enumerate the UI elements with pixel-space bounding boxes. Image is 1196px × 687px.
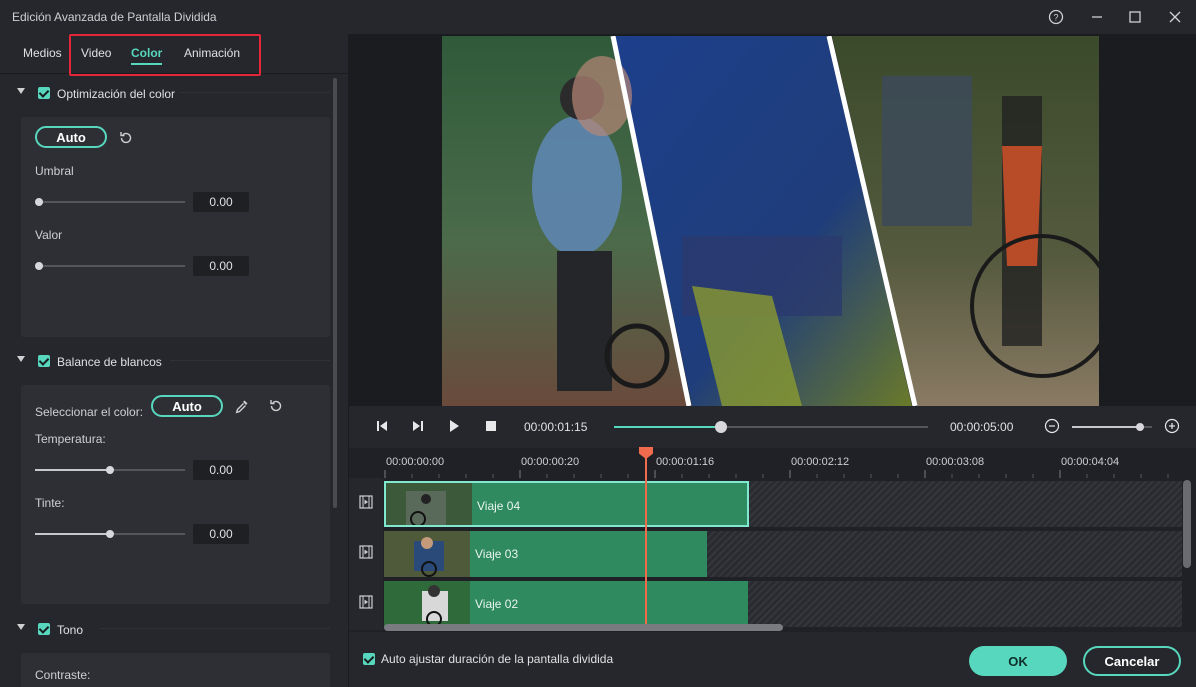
clip-viaje-02[interactable]: Viaje 02 bbox=[384, 581, 748, 627]
tint-label: Tinte: bbox=[35, 496, 65, 510]
white-balance-auto-button[interactable]: Auto bbox=[151, 395, 223, 417]
auto-button[interactable]: Auto bbox=[35, 126, 107, 148]
umbral-slider-knob[interactable] bbox=[35, 198, 43, 206]
color-optimization-card: Auto Umbral 0.00 Valor 0.00 bbox=[21, 117, 330, 337]
help-icon[interactable]: ? bbox=[1045, 6, 1067, 28]
auto-adjust-checkbox[interactable] bbox=[363, 653, 375, 665]
umbral-slider[interactable] bbox=[37, 201, 185, 203]
collapse-triangle-icon[interactable] bbox=[17, 88, 25, 94]
tone-checkbox[interactable] bbox=[38, 623, 50, 635]
progress-bar[interactable] bbox=[614, 421, 928, 433]
section-tone: Tono bbox=[0, 616, 330, 642]
current-time: 00:00:01:15 bbox=[524, 420, 588, 434]
svg-text:?: ? bbox=[1053, 13, 1058, 23]
ruler-label: 00:00:03:08 bbox=[926, 456, 985, 468]
footer: Auto ajustar duración de la pantalla div… bbox=[349, 632, 1196, 687]
zoom-slider[interactable] bbox=[1072, 423, 1152, 431]
maximize-button[interactable] bbox=[1124, 6, 1146, 28]
clip-viaje-03[interactable]: Viaje 03 bbox=[384, 531, 707, 577]
temperature-slider-knob[interactable] bbox=[106, 466, 114, 474]
clip-thumbnail bbox=[384, 581, 470, 627]
clip-name: Viaje 04 bbox=[477, 499, 521, 513]
ruler-label: 00:00:01:16 bbox=[656, 456, 715, 468]
track-icons bbox=[349, 478, 383, 630]
video-track-icon bbox=[359, 545, 373, 562]
umbral-value[interactable]: 0.00 bbox=[193, 192, 249, 212]
valor-slider[interactable] bbox=[37, 265, 185, 267]
stop-icon[interactable] bbox=[484, 419, 498, 436]
previous-frame-icon[interactable] bbox=[375, 419, 389, 436]
ruler-label: 00:00:02:12 bbox=[791, 456, 850, 468]
clip-thumbnail bbox=[384, 531, 470, 577]
close-button[interactable] bbox=[1164, 6, 1186, 28]
window-title: Edición Avanzada de Pantalla Dividida bbox=[12, 10, 217, 24]
minimize-button[interactable] bbox=[1086, 6, 1108, 28]
valor-label: Valor bbox=[35, 228, 63, 242]
player-controls: 00:00:01:15 00:00:05:00 bbox=[349, 406, 1196, 448]
tint-value[interactable]: 0.00 bbox=[193, 524, 249, 544]
playhead[interactable] bbox=[645, 456, 647, 624]
title-bar: Edición Avanzada de Pantalla Dividida ? bbox=[0, 0, 1196, 34]
temperature-slider-fill bbox=[35, 469, 110, 471]
reset-icon[interactable] bbox=[118, 130, 134, 149]
section-label: Tono bbox=[57, 623, 84, 637]
color-optimization-checkbox[interactable] bbox=[38, 87, 50, 99]
section-label: Balance de blancos bbox=[57, 355, 162, 369]
tab-medios[interactable]: Medios bbox=[23, 46, 62, 60]
ruler-label: 00:00:00:20 bbox=[521, 456, 580, 468]
total-time: 00:00:05:00 bbox=[950, 420, 1014, 434]
zoom-fill bbox=[1072, 426, 1140, 428]
clip-viaje-04[interactable]: Viaje 04 bbox=[384, 481, 749, 527]
contrast-label: Contraste: bbox=[35, 668, 91, 682]
divider bbox=[180, 92, 330, 93]
clip-name: Viaje 02 bbox=[475, 597, 519, 611]
video-track-icon bbox=[359, 595, 373, 612]
valor-slider-knob[interactable] bbox=[35, 262, 43, 270]
tint-slider-fill bbox=[35, 533, 110, 535]
clip-thumbnail bbox=[386, 483, 472, 525]
auto-adjust-label: Auto ajustar duración de la pantalla div… bbox=[381, 652, 614, 666]
zoom-out-icon[interactable] bbox=[1044, 418, 1060, 437]
ok-button[interactable]: OK bbox=[969, 646, 1067, 676]
eyedropper-icon[interactable] bbox=[234, 398, 250, 417]
timeline: 00:00:00:00 00:00:00:20 00:00:01:16 00:0… bbox=[349, 448, 1196, 632]
next-frame-icon[interactable] bbox=[411, 419, 425, 436]
collapse-triangle-icon[interactable] bbox=[17, 624, 25, 630]
timeline-vertical-scrollbar[interactable] bbox=[1183, 480, 1191, 568]
white-balance-checkbox[interactable] bbox=[38, 355, 50, 367]
select-color-label: Seleccionar el color: bbox=[35, 405, 144, 419]
tab-highlight-box bbox=[69, 34, 261, 76]
settings-panel: Medios Video Color Animación Optimizació… bbox=[0, 34, 348, 687]
tab-bar: Medios Video Color Animación bbox=[0, 34, 348, 76]
section-white-balance: Balance de blancos bbox=[0, 348, 330, 374]
video-preview bbox=[442, 36, 1099, 406]
tint-slider-knob[interactable] bbox=[106, 530, 114, 538]
section-color-optimization: Optimización del color bbox=[0, 80, 330, 106]
white-balance-card: Seleccionar el color: Auto Temperatura: … bbox=[21, 385, 330, 604]
divider bbox=[100, 628, 330, 629]
collapse-triangle-icon[interactable] bbox=[17, 356, 25, 362]
temperature-label: Temperatura: bbox=[35, 432, 106, 446]
clip-name: Viaje 03 bbox=[475, 547, 519, 561]
reset-icon[interactable] bbox=[268, 398, 284, 417]
temperature-value[interactable]: 0.00 bbox=[193, 460, 249, 480]
timeline-ruler[interactable]: 00:00:00:00 00:00:00:20 00:00:01:16 00:0… bbox=[349, 448, 1196, 478]
zoom-in-icon[interactable] bbox=[1164, 418, 1180, 437]
zoom-knob[interactable] bbox=[1136, 423, 1144, 431]
panel-scrollbar[interactable] bbox=[333, 78, 337, 508]
tone-card: Contraste: bbox=[21, 653, 330, 687]
progress-knob[interactable] bbox=[714, 421, 727, 433]
play-icon[interactable] bbox=[447, 419, 461, 436]
cancel-button[interactable]: Cancelar bbox=[1083, 646, 1181, 676]
progress-fill bbox=[614, 426, 721, 428]
valor-value[interactable]: 0.00 bbox=[193, 256, 249, 276]
divider bbox=[170, 360, 330, 361]
section-label: Optimización del color bbox=[57, 87, 176, 101]
ruler-label: 00:00:00:00 bbox=[386, 456, 445, 468]
timeline-horizontal-scrollbar[interactable] bbox=[384, 624, 783, 631]
video-track-icon bbox=[359, 495, 373, 512]
umbral-label: Umbral bbox=[35, 164, 74, 178]
ruler-label: 00:00:04:04 bbox=[1061, 456, 1120, 468]
